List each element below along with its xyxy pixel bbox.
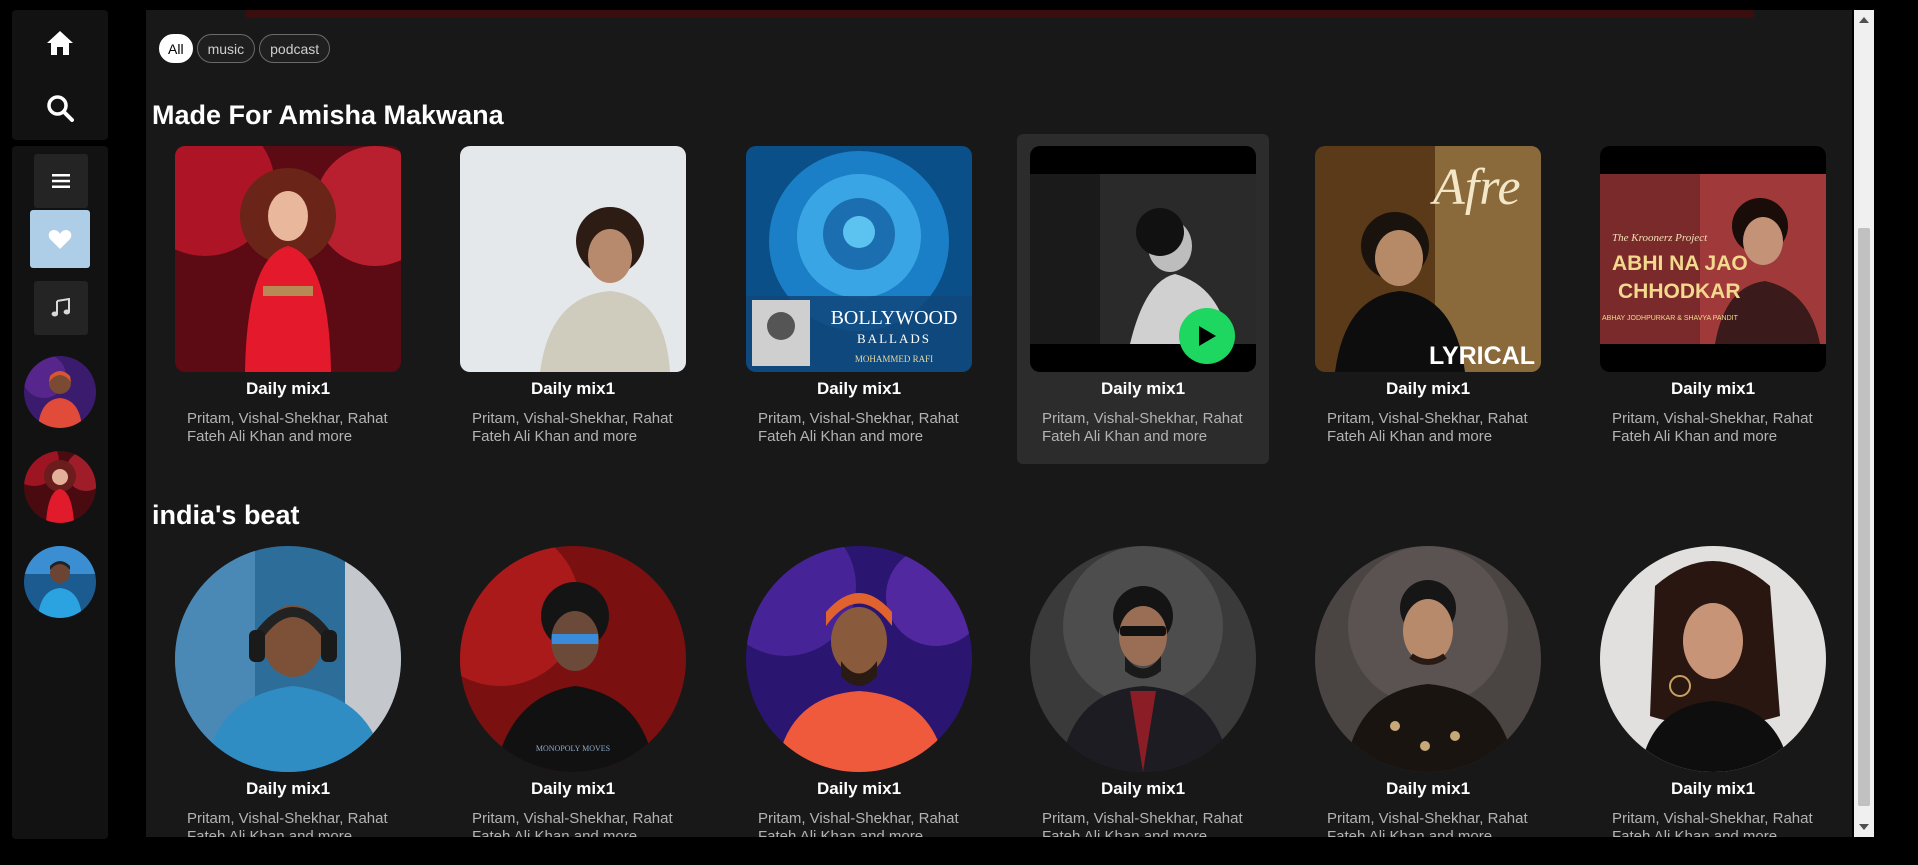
cover-text: The Kroonerz Project [1612,232,1708,244]
chevron-down-icon [1859,824,1869,830]
scroll-up-arrow[interactable] [1854,10,1874,30]
playlist-title: Daily mix1 [1385,379,1471,398]
artist-cover-image [175,546,401,772]
playlist-card[interactable]: Daily mix1 Pritam, Vishal-Shekhar, Rahat… [447,134,699,464]
artist-cover-image [1030,546,1256,772]
music-library-button[interactable] [34,281,88,335]
artist-title: Daily mix1 [1385,779,1471,798]
sidebar-library [12,146,108,839]
artist-subtitle: Pritam, Vishal-Shekhar, Rahat Fateh Ali … [472,810,673,837]
cover-text: BOLLYWOOD [831,307,958,329]
playlist-card[interactable]: BOLLYWOOD BALLADS MOHAMMED RAFI Daily mi… [733,134,985,464]
artist-subtitle: Pritam, Vishal-Shekhar, Rahat Fateh Ali … [1327,810,1528,837]
music-note-icon [51,298,70,317]
vertical-scrollbar[interactable] [1854,10,1874,837]
artist-subtitle: Pritam, Vishal-Shekhar, Rahat Fateh Ali … [187,810,388,837]
scroll-thumb[interactable] [1858,228,1870,806]
artist-card[interactable]: Daily mix1 Pritam, Vishal-Shekhar, Rahat… [1587,534,1839,837]
menu-icon [52,174,70,188]
playlist-cover-image [460,146,686,372]
artist-avatar-2[interactable] [24,451,96,523]
artist-cover-image [1600,546,1826,772]
playlist-card[interactable]: Afre LYRICAL Daily mix1 Pritam, Vishal-S… [1302,134,1554,464]
playlist-title: Daily mix1 [245,379,331,398]
cover-text: CHHODKAR [1618,280,1741,303]
artist-title: Daily mix1 [245,779,331,798]
artist-avatar-1[interactable] [24,356,96,428]
artist-card[interactable]: Daily mix1 Pritam, Vishal-Shekhar, Rahat… [1302,534,1554,837]
playlist-subtitle: Pritam, Vishal-Shekhar, Rahat Fateh Ali … [1042,410,1243,445]
artist-avatar-3[interactable] [24,546,96,618]
library-menu-button[interactable] [34,154,88,208]
section-title-indias-beat: india's beat [152,500,300,530]
search-icon [47,94,74,122]
playlist-cover-image [175,146,401,372]
artist-title: Daily mix1 [816,779,902,798]
artist-card[interactable]: Daily mix1 Pritam, Vishal-Shekhar, Rahat… [1017,534,1269,837]
main-content: All music podcast Made For Amisha Makwan… [146,10,1852,837]
cover-text: ABHI NA JAO [1612,252,1748,275]
artist-card[interactable]: Daily mix1 Pritam, Vishal-Shekhar, Rahat… [733,534,985,837]
liked-songs-button[interactable] [30,210,90,268]
artist-subtitle: Pritam, Vishal-Shekhar, Rahat Fateh Ali … [1612,810,1813,837]
heart-icon [48,230,72,249]
playlist-subtitle: Pritam, Vishal-Shekhar, Rahat Fateh Ali … [1612,410,1813,445]
top-header-bar [246,10,1754,18]
filter-chips: All music podcast [159,34,331,63]
artist-cover-image [1315,546,1541,772]
scroll-down-arrow[interactable] [1854,817,1874,837]
filter-all-chip[interactable]: All [159,34,193,63]
artist-subtitle: Pritam, Vishal-Shekhar, Rahat Fateh Ali … [1042,810,1243,837]
playlist-cover-image: The Kroonerz Project ABHI NA JAO CHHODKA… [1600,146,1826,372]
cover-text: LYRICAL [1429,342,1535,370]
cover-text: Afre [1430,159,1521,216]
artist-cover-image [746,546,972,772]
playlist-cover-image: Afre LYRICAL [1315,146,1541,372]
playlist-title: Daily mix1 [530,379,616,398]
cover-text: ABHAY JODHPURKAR & SHAVYA PANDIT [1602,315,1739,322]
playlist-subtitle: Pritam, Vishal-Shekhar, Rahat Fateh Ali … [472,410,673,445]
artist-subtitle: Pritam, Vishal-Shekhar, Rahat Fateh Ali … [758,810,959,837]
home-icon [47,30,73,55]
artist-card[interactable]: Daily mix1 Pritam, Vishal-Shekhar, Rahat… [162,534,414,837]
section-title-made-for: Made For Amisha Makwana [152,100,504,130]
playlist-subtitle: Pritam, Vishal-Shekhar, Rahat Fateh Ali … [187,410,388,445]
playlist-card[interactable]: Daily mix1 Pritam, Vishal-Shekhar, Rahat… [162,134,414,464]
playlist-card[interactable]: The Kroonerz Project ABHI NA JAO CHHODKA… [1587,134,1839,464]
cover-text: BALLADS [857,331,931,346]
filter-podcast-chip[interactable]: podcast [259,34,331,63]
search-button[interactable] [12,75,108,140]
artist-cover-image: MONOPOLY MOVES [460,546,686,772]
playlist-subtitle: Pritam, Vishal-Shekhar, Rahat Fateh Ali … [758,410,959,445]
play-icon [1199,326,1216,346]
playlist-cover-image: BOLLYWOOD BALLADS MOHAMMED RAFI [746,146,972,372]
play-button[interactable] [1179,308,1235,364]
playlist-subtitle: Pritam, Vishal-Shekhar, Rahat Fateh Ali … [1327,410,1528,445]
artist-title: Daily mix1 [1670,779,1756,798]
playlist-title: Daily mix1 [1670,379,1756,398]
playlist-card[interactable]: Daily mix1 Pritam, Vishal-Shekhar, Rahat… [1017,134,1269,464]
artist-title: Daily mix1 [530,779,616,798]
cover-text: MONOPOLY MOVES [536,744,610,753]
playlist-title: Daily mix1 [816,379,902,398]
artist-title: Daily mix1 [1100,779,1186,798]
artist-card[interactable]: MONOPOLY MOVES Daily mix1 Pritam, Vishal… [447,534,699,837]
filter-music-chip[interactable]: music [196,34,256,63]
cover-text: MOHAMMED RAFI [855,354,933,364]
playlist-title: Daily mix1 [1100,379,1186,398]
chevron-up-icon [1859,17,1869,23]
home-button[interactable] [12,10,108,75]
sidebar-nav [12,10,108,140]
